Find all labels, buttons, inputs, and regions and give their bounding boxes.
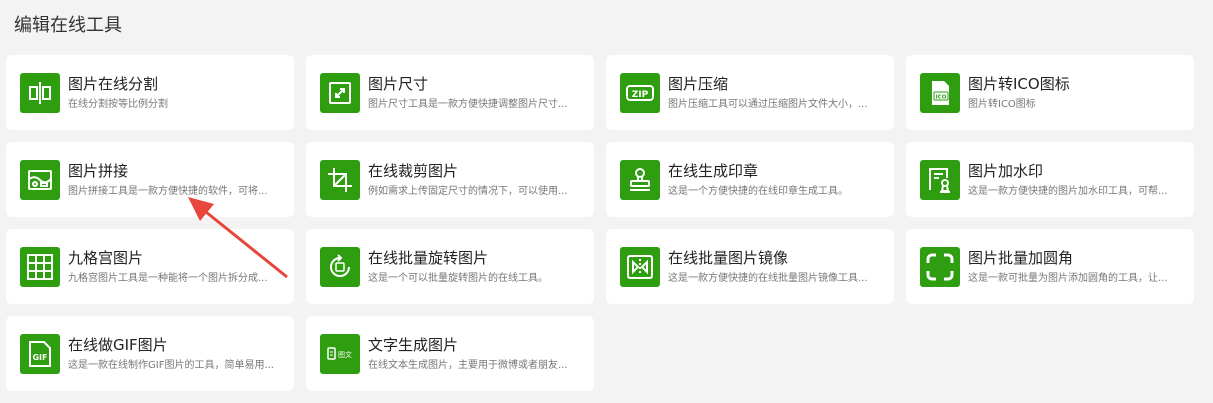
tool-desc: 这是一款方便快捷的在线批量图片镜像工具... [668,272,868,284]
split-icon [20,72,60,113]
zip-label: ZIP [632,90,649,100]
tool-desc: 在线分割按等比例分割 [68,98,168,110]
crop-icon [320,159,360,200]
tool-desc: 这是一个可以批量旋转图片的在线工具。 [368,272,548,284]
tool-name: 在线批量图片镜像 [668,248,789,267]
tool-name: 图片尺寸 [368,74,429,93]
resize-icon [320,72,360,113]
tool-name: 文字生成图片 [368,335,459,354]
tool-name: 九格宫图片 [68,248,144,267]
tool-card-crop-image[interactable]: 在线裁剪图片 例如需求上传固定尺寸的情况下，可以使用... [306,142,594,217]
rounded-corner-icon [920,246,960,287]
tool-name: 图片加水印 [968,161,1044,180]
ico-label: ICO [936,94,947,100]
tool-name: 在线批量旋转图片 [368,248,489,267]
rotate-icon [320,246,360,287]
tool-desc: 这是一款可批量为图片添加圆角的工具，让... [968,272,1168,284]
tool-name: 图片批量加圆角 [968,248,1074,267]
tool-card-text-to-image[interactable]: 图文 文字生成图片 在线文本生成图片，主要用于微博或者朋友... [306,316,594,391]
tool-card-nine-grid[interactable]: 九格宫图片 九格宫图片工具是一种能将一个图片拆分成... [6,229,294,304]
tool-desc: 九格宫图片工具是一种能将一个图片拆分成... [68,272,268,284]
gif-label: GIF [32,353,47,362]
tool-name: 图片拼接 [68,161,129,180]
tool-grid: 图片在线分割 在线分割按等比例分割 图片尺寸 图片尺寸工具是一款方便快捷调整图片… [6,55,1194,391]
stamp-icon [620,159,660,200]
tool-card-make-gif[interactable]: GIF 在线做GIF图片 这是一款在线制作GIF图片的工具，简单易用... [6,316,294,391]
tool-desc: 这是一款方便快捷的图片加水印工具，可帮... [968,185,1168,197]
tool-desc: 图片尺寸工具是一款方便快捷调整图片尺寸... [368,98,568,110]
tool-card-image-stitch[interactable]: 图片拼接 图片拼接工具是一款方便快捷的软件，可将... [6,142,294,217]
zip-icon: ZIP [620,72,660,113]
tool-card-batch-mirror[interactable]: 在线批量图片镜像 这是一款方便快捷的在线批量图片镜像工具... [606,229,894,304]
tool-card-stamp-generator[interactable]: 在线生成印章 这是一个方便快捷的在线印章生成工具。 [606,142,894,217]
tool-name: 在线做GIF图片 [68,335,168,354]
image-collage-icon [20,159,60,200]
tool-desc: 图片转ICO图标 [968,98,1036,110]
mirror-icon [620,246,660,287]
tool-desc: 这是一款在线制作GIF图片的工具，简单易用... [68,359,274,371]
tool-desc: 例如需求上传固定尺寸的情况下，可以使用... [368,185,568,197]
tool-card-image-split[interactable]: 图片在线分割 在线分割按等比例分割 [6,55,294,130]
tool-name: 图片压缩 [668,74,729,93]
watermark-icon [920,159,960,200]
gif-icon: GIF [20,333,60,374]
tool-name: 图片转ICO图标 [968,74,1070,93]
text-image-label: 图文 [338,350,352,359]
ico-file-icon: ICO [920,72,960,113]
tool-name: 在线裁剪图片 [368,161,459,180]
tool-desc: 图片压缩工具可以通过压缩图片文件大小，... [668,98,868,110]
tool-card-rounded-corners[interactable]: 图片批量加圆角 这是一款可批量为图片添加圆角的工具，让... [906,229,1194,304]
tool-card-batch-rotate[interactable]: 在线批量旋转图片 这是一个可以批量旋转图片的在线工具。 [306,229,594,304]
tool-card-image-compress[interactable]: ZIP 图片压缩 图片压缩工具可以通过压缩图片文件大小，... [606,55,894,130]
tool-name: 在线生成印章 [668,161,759,180]
tool-desc: 图片拼接工具是一款方便快捷的软件，可将... [68,185,268,197]
tool-desc: 这是一个方便快捷的在线印章生成工具。 [668,185,848,197]
text-to-image-icon: 图文 [320,333,360,374]
section-title: 编辑在线工具 [14,15,122,36]
tool-name: 图片在线分割 [68,74,159,93]
tool-card-image-size[interactable]: 图片尺寸 图片尺寸工具是一款方便快捷调整图片尺寸... [306,55,594,130]
tool-card-watermark[interactable]: 图片加水印 这是一款方便快捷的图片加水印工具，可帮... [906,142,1194,217]
tool-card-image-to-ico[interactable]: ICO 图片转ICO图标 图片转ICO图标 [906,55,1194,130]
tool-desc: 在线文本生成图片，主要用于微博或者朋友... [368,359,568,371]
grid-nine-icon [20,246,60,287]
